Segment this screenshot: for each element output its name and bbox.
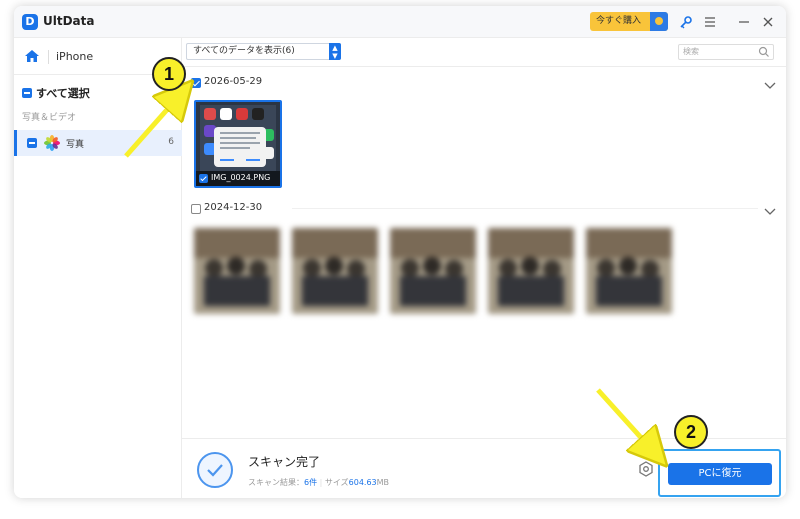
filter-dropdown[interactable]: すべてのデータを表示(6) ▲ ▼ [186, 43, 341, 60]
dialog-text-line [220, 147, 250, 149]
chevron-down-icon[interactable] [764, 76, 776, 89]
photo-thumbnail-blurred[interactable] [194, 228, 280, 314]
thumbnail-caption: IMG_0024.PNG [196, 171, 280, 186]
group-divider [292, 208, 758, 209]
home-icon[interactable] [24, 48, 40, 64]
key-icon[interactable] [678, 14, 694, 30]
photos-count: 6 [168, 137, 174, 147]
photo-thumbnail-selected[interactable]: IMG_0024.PNG [194, 100, 282, 188]
scan-complete-icon [196, 451, 234, 489]
buy-now-button[interactable]: 今すぐ購入 [590, 12, 668, 31]
device-separator [48, 50, 49, 64]
photo-thumbnail-blurred[interactable] [390, 228, 476, 314]
app-title: UltData [43, 14, 95, 28]
dialog-button-line [246, 159, 260, 161]
dialog-text-line [220, 137, 256, 139]
search-icon[interactable] [758, 46, 770, 58]
minimize-icon[interactable] [736, 14, 752, 30]
photo-thumbnail-blurred[interactable] [586, 228, 672, 314]
scan-size-unit: MB [376, 478, 390, 487]
device-name: iPhone [56, 50, 94, 63]
app-thumb-icon [204, 108, 216, 120]
thumbnail-checkbox[interactable] [199, 174, 208, 183]
photo-thumbnail-blurred[interactable] [292, 228, 378, 314]
photos-app-icon [43, 134, 61, 152]
search-placeholder: 検索 [683, 47, 699, 56]
dialog-button-line [220, 159, 234, 161]
app-thumb-icon [220, 108, 232, 120]
dialog-text-line [220, 132, 260, 134]
chevron-down-icon[interactable] [764, 202, 776, 215]
thumbnail-filename: IMG_0024.PNG [211, 173, 271, 182]
screenshot-preview [200, 105, 276, 171]
scan-status-title: スキャン完了 [248, 455, 321, 469]
scan-size-label: サイズ [324, 478, 349, 487]
app-window: D UltData 今すぐ購入 iPhone すべて選択 写真＆ビデオ 写真 6… [14, 6, 786, 498]
dialog-text-line [220, 142, 260, 144]
select-all-label[interactable]: すべて選択 [36, 85, 90, 101]
scan-result-label: スキャン結果： [248, 478, 304, 487]
sidebar: iPhone すべて選択 写真＆ビデオ 写真 6 [14, 38, 182, 498]
callout-step-2: 2 [674, 415, 708, 449]
sidebar-item-photos[interactable]: 写真 6 [14, 130, 182, 156]
menu-icon[interactable] [702, 14, 718, 30]
toolbar-divider [182, 66, 786, 67]
scan-stats: スキャン結果：6件 | サイズ604.63MB [248, 478, 390, 487]
date-group-checkbox-1[interactable] [191, 78, 201, 88]
callout-step-1: 1 [152, 57, 186, 91]
main-panel: すべてのデータを表示(6) ▲ ▼ 検索 2026-05-29 IMG_0024… [182, 38, 786, 438]
scan-result-value: 6件 [304, 478, 318, 487]
dropdown-arrow-icon: ▲ ▼ [329, 43, 341, 60]
date-group-checkbox-2[interactable] [191, 204, 201, 214]
recover-to-pc-button[interactable]: PCに復元 [668, 463, 772, 485]
filter-dropdown-value: すべてのデータを表示(6) [193, 46, 295, 56]
date-group-label-1: 2026-05-29 [204, 76, 263, 87]
close-icon[interactable] [760, 14, 776, 30]
photos-checkbox[interactable] [27, 138, 37, 148]
date-group-label-2: 2024-12-30 [204, 202, 263, 213]
coupon-icon [650, 12, 668, 31]
scan-size-value: 604.63 [348, 478, 377, 487]
title-bar: D UltData 今すぐ購入 [14, 6, 786, 38]
settings-icon[interactable] [638, 461, 654, 477]
search-input[interactable]: 検索 [678, 44, 774, 60]
app-thumb-icon [236, 108, 248, 120]
app-thumb-icon [252, 108, 264, 120]
section-photos-videos: 写真＆ビデオ [22, 113, 77, 123]
photos-label: 写真 [66, 140, 85, 150]
buy-now-label: 今すぐ購入 [596, 16, 642, 26]
ultdata-logo-icon: D [22, 14, 38, 30]
alert-dialog-preview [214, 127, 266, 167]
photo-thumbnail-blurred[interactable] [488, 228, 574, 314]
select-all-checkbox[interactable] [22, 88, 32, 98]
